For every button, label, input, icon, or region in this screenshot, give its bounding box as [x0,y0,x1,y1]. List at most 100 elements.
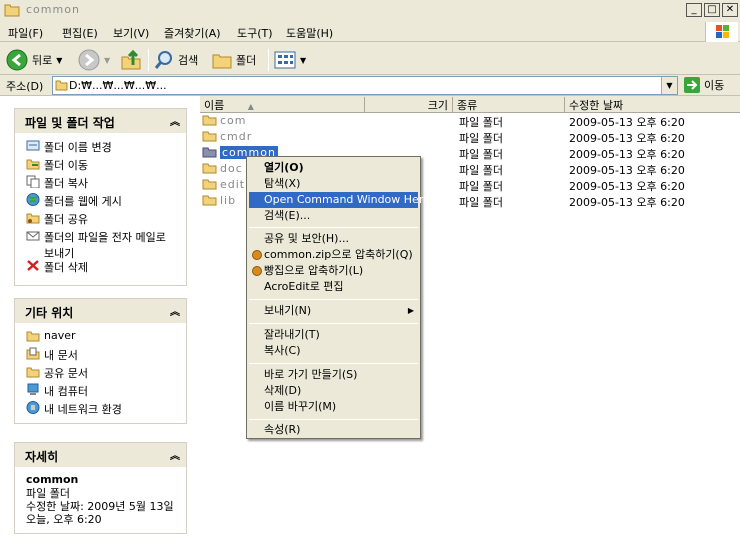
menu-label: 빵집으로 압축하기(L) [264,264,364,277]
menu-acroedit[interactable]: AcroEdit로 편집 [249,279,418,295]
search-button[interactable]: 검색 [154,49,198,71]
share-folder-icon [26,213,40,224]
rename-icon [26,140,40,151]
menu-sharing-security[interactable]: 공유 및 보안(H)... [249,231,418,247]
place-shared-documents[interactable]: 공유 문서 [26,365,88,381]
menu-create-shortcut[interactable]: 바로 가기 만들기(S) [249,367,418,383]
menu-view[interactable]: 보기(V) [113,25,149,41]
go-arrow-icon [684,77,700,93]
file-tasks-header[interactable]: 파일 및 폴더 작업 ︽ [15,109,186,133]
archive-icon [252,250,262,260]
file-row[interactable]: cmdr 파일 폴더 2009-05-13 오후 6:20 [200,129,740,145]
task-delete[interactable]: 폴더 삭제 [26,259,88,275]
menu-help[interactable]: 도움말(H) [286,25,333,41]
place-label: 내 문서 [44,349,78,362]
up-folder-icon [121,49,141,70]
details-type: 파일 폴더 [26,487,70,500]
task-copy[interactable]: 폴더 복사 [26,175,88,191]
column-modified[interactable]: 수정한 날짜 [565,97,740,112]
folder-icon [202,115,217,126]
menu-properties[interactable]: 속성(R) [249,422,418,438]
other-places-header[interactable]: 기타 위치 ︽ [15,299,186,323]
file-modified: 2009-05-13 오후 6:20 [569,132,685,145]
menu-delete[interactable]: 삭제(D) [249,383,418,399]
menu-search[interactable]: 검색(E)... [249,208,418,224]
forward-button[interactable]: ▼ [78,49,110,71]
folders-button[interactable]: 폴더 [212,49,256,71]
task-move[interactable]: 폴더 이동 [26,157,88,173]
menu-tools[interactable]: 도구(T) [237,25,273,41]
menu-explore[interactable]: 탐색(X) [249,176,418,192]
address-input[interactable]: D:₩...₩...₩...₩... ▼ [52,76,678,95]
menu-open-command-window[interactable]: Open Command Window Here [249,192,430,208]
task-share[interactable]: 폴더 공유 [26,211,88,227]
place-network[interactable]: 내 네트워크 환경 [26,401,122,417]
file-modified: 2009-05-13 오후 6:20 [569,148,685,161]
menu-cut[interactable]: 잘라내기(T) [249,327,418,343]
file-modified: 2009-05-13 오후 6:20 [569,116,685,129]
task-pane: 파일 및 폴더 작업 ︽ 폴더 이름 변경 폴더 이동 폴더 복사 폴더를 웹에… [0,96,200,555]
task-label: 폴더를 웹에 게시 [44,195,122,208]
column-name-label: 이름 [204,99,225,112]
submenu-arrow-icon: ▶ [407,306,414,315]
details-header[interactable]: 자세히 ︽ [15,443,186,467]
globe-icon [26,193,40,206]
details-modified: 수정한 날짜: 2009년 5월 13일 오늘, 오후 6:20 [26,500,174,526]
folders-label: 폴더 [236,54,257,67]
collapse-icon[interactable]: ︽ [170,447,180,462]
address-dropdown-icon[interactable]: ▼ [661,77,677,94]
title-bar[interactable]: common _ □ ✕ [0,0,740,22]
menu-bar: 파일(F) 편집(E) 보기(V) 즐겨찾기(A) 도구(T) 도움말(H) [0,22,740,42]
go-button[interactable]: 이동 [684,77,724,93]
search-icon [154,51,172,69]
back-button[interactable]: 뒤로 ▼ [6,49,62,71]
place-naver[interactable]: naver [26,329,76,342]
file-row[interactable]: com 파일 폴더 2009-05-13 오후 6:20 [200,113,740,129]
menu-favorites[interactable]: 즐겨찾기(A) [164,25,221,41]
menu-file[interactable]: 파일(F) [8,25,43,41]
folder-icon [202,195,217,206]
task-label: 폴더 공유 [44,213,88,226]
menu-copy[interactable]: 복사(C) [249,343,418,359]
menu-label: common.zip으로 압축하기(Q) [264,248,413,261]
views-button[interactable]: ▼ [274,49,306,71]
column-type[interactable]: 종류 [453,97,565,112]
task-rename[interactable]: 폴더 이름 변경 [26,139,112,155]
forward-arrow-icon [78,49,100,71]
menu-compress-bbangzip[interactable]: 빵집으로 압축하기(L) [249,263,418,279]
menu-edit[interactable]: 편집(E) [62,25,98,41]
address-label: 주소(D) [6,80,44,93]
place-my-computer[interactable]: 내 컴퓨터 [26,383,88,399]
back-dropdown-icon[interactable]: ▼ [56,56,62,65]
task-label: 폴더 이름 변경 [44,141,112,154]
folder-icon [4,4,20,17]
folders-icon [212,54,232,69]
toolbar: 뒤로 ▼ ▼ 검색 폴더 ▼ [0,43,740,75]
file-modified: 2009-05-13 오후 6:20 [569,180,685,193]
forward-dropdown-icon[interactable]: ▼ [104,56,110,65]
file-type: 파일 폴더 [459,116,503,129]
other-places-panel: 기타 위치 ︽ naver 내 문서 공유 문서 내 컴퓨터 내 네트워크 환경 [14,298,187,424]
column-name[interactable]: 이름 ▲ [200,97,365,112]
menu-rename[interactable]: 이름 바꾸기(M) [249,399,418,415]
up-folder-button[interactable] [120,49,142,71]
place-label: 공유 문서 [44,367,88,380]
close-button[interactable]: ✕ [722,3,738,17]
file-tasks-title: 파일 및 폴더 작업 [25,116,115,130]
folder-icon [202,163,217,174]
collapse-icon[interactable]: ︽ [170,113,180,128]
column-size[interactable]: 크기 [365,97,453,112]
menu-compress-zip[interactable]: common.zip으로 압축하기(Q) [249,247,418,263]
menu-open[interactable]: 열기(O) [249,160,418,176]
maximize-button[interactable]: □ [704,3,720,17]
shared-folder-icon [26,367,40,378]
collapse-icon[interactable]: ︽ [170,303,180,318]
minimize-button[interactable]: _ [686,3,702,17]
menu-send-to[interactable]: 보내기(N) ▶ [249,303,418,319]
details-panel: 자세히 ︽ common 파일 폴더 수정한 날짜: 2009년 5월 13일 … [14,442,187,534]
task-email[interactable]: 폴더의 파일을 전자 메일로 보내기 [26,229,176,261]
place-my-documents[interactable]: 내 문서 [26,347,78,363]
views-dropdown-icon[interactable]: ▼ [300,56,306,65]
file-name: lib [220,194,237,207]
task-publish-web[interactable]: 폴더를 웹에 게시 [26,193,122,209]
